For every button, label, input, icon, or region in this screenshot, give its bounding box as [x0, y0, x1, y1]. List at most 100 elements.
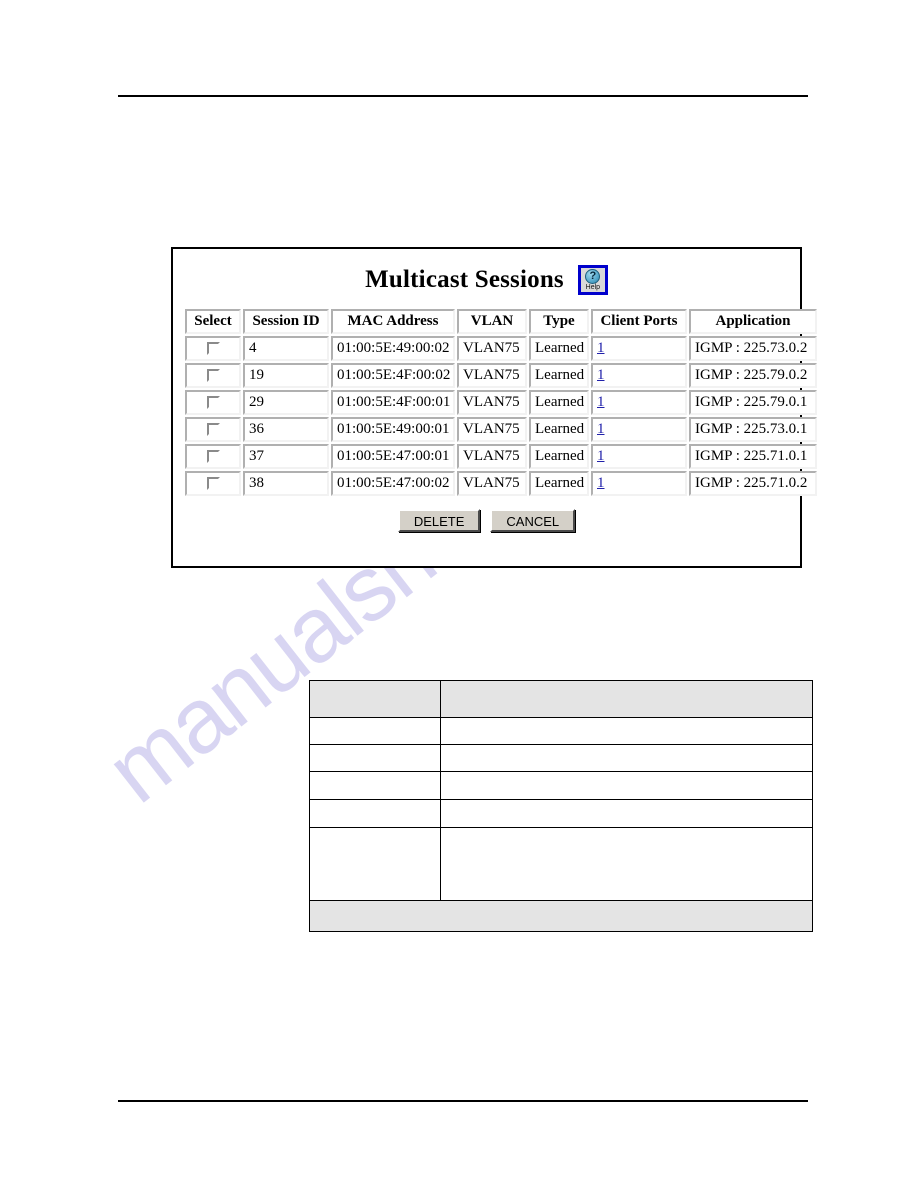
- client-ports-link[interactable]: 1: [597, 367, 605, 383]
- row-select-cell: [185, 444, 241, 469]
- cell-mac-address: 01:00:5E:47:00:02: [331, 471, 455, 496]
- help-button[interactable]: ? Help: [577, 265, 608, 295]
- reference-table-footer-row: [309, 900, 813, 932]
- panel-header: Multicast Sessions ? Help: [173, 249, 800, 307]
- cell-application: IGMP : 225.79.0.1: [689, 390, 817, 415]
- cancel-button[interactable]: CANCEL: [490, 509, 576, 532]
- row-select-checkbox[interactable]: [206, 450, 220, 464]
- column-header-type: Type: [529, 309, 589, 334]
- row-select-cell: [185, 471, 241, 496]
- cell-vlan: VLAN75: [457, 471, 527, 496]
- cell-client-ports: 1: [591, 471, 687, 496]
- table-header-row: Select Session ID MAC Address VLAN Type …: [185, 309, 817, 334]
- row-select-checkbox[interactable]: [206, 477, 220, 491]
- cell-application: IGMP : 225.71.0.1: [689, 444, 817, 469]
- cell-client-ports: 1: [591, 363, 687, 388]
- client-ports-link[interactable]: 1: [597, 475, 605, 491]
- row-select-checkbox[interactable]: [206, 396, 220, 410]
- reference-table-row: [309, 717, 813, 745]
- cell-application: IGMP : 225.73.0.2: [689, 336, 817, 361]
- table-row: 37 01:00:5E:47:00:01 VLAN75 Learned 1 IG…: [185, 444, 817, 469]
- row-select-cell: [185, 336, 241, 361]
- reference-cell-value: [440, 827, 813, 901]
- row-select-cell: [185, 363, 241, 388]
- cell-vlan: VLAN75: [457, 363, 527, 388]
- client-ports-link[interactable]: 1: [597, 340, 605, 356]
- cell-application: IGMP : 225.79.0.2: [689, 363, 817, 388]
- reference-cell-value: [440, 744, 813, 772]
- client-ports-link[interactable]: 1: [597, 394, 605, 410]
- question-mark-icon: ?: [585, 268, 601, 284]
- page-rule-top: [118, 95, 808, 97]
- cell-type: Learned: [529, 471, 589, 496]
- reference-table-row: [309, 827, 813, 901]
- reference-cell-value: [440, 799, 813, 828]
- row-select-checkbox[interactable]: [206, 342, 220, 356]
- row-select-cell: [185, 390, 241, 415]
- cell-session-id: 36: [243, 417, 329, 442]
- column-header-session-id: Session ID: [243, 309, 329, 334]
- panel-button-row: DELETE CANCEL: [173, 509, 800, 532]
- table-row: 38 01:00:5E:47:00:02 VLAN75 Learned 1 IG…: [185, 471, 817, 496]
- sessions-table-container: Select Session ID MAC Address VLAN Type …: [173, 307, 817, 498]
- cell-mac-address: 01:00:5E:47:00:01: [331, 444, 455, 469]
- cell-session-id: 38: [243, 471, 329, 496]
- cell-mac-address: 01:00:5E:4F:00:02: [331, 363, 455, 388]
- row-select-cell: [185, 417, 241, 442]
- reference-cell-value: [440, 717, 813, 745]
- cell-client-ports: 1: [591, 336, 687, 361]
- cell-vlan: VLAN75: [457, 336, 527, 361]
- cell-application: IGMP : 225.71.0.2: [689, 471, 817, 496]
- table-row: 4 01:00:5E:49:00:02 VLAN75 Learned 1 IGM…: [185, 336, 817, 361]
- cell-client-ports: 1: [591, 390, 687, 415]
- column-header-vlan: VLAN: [457, 309, 527, 334]
- help-button-label: Help: [585, 283, 601, 291]
- reference-table-header-row: [309, 680, 813, 718]
- cell-type: Learned: [529, 336, 589, 361]
- cell-session-id: 4: [243, 336, 329, 361]
- cell-mac-address: 01:00:5E:4F:00:01: [331, 390, 455, 415]
- cell-type: Learned: [529, 444, 589, 469]
- multicast-sessions-panel: Multicast Sessions ? Help Select Session…: [171, 247, 817, 568]
- table-row: 29 01:00:5E:4F:00:01 VLAN75 Learned 1 IG…: [185, 390, 817, 415]
- reference-column-header-1: [309, 680, 441, 718]
- reference-table-row: [309, 744, 813, 772]
- reference-cell-label: [309, 771, 441, 800]
- cell-vlan: VLAN75: [457, 390, 527, 415]
- cell-session-id: 19: [243, 363, 329, 388]
- cell-application: IGMP : 225.73.0.1: [689, 417, 817, 442]
- client-ports-link[interactable]: 1: [597, 421, 605, 437]
- cell-type: Learned: [529, 363, 589, 388]
- reference-table: [309, 680, 813, 932]
- row-select-checkbox[interactable]: [206, 369, 220, 383]
- reference-cell-label: [309, 799, 441, 828]
- row-select-checkbox[interactable]: [206, 423, 220, 437]
- cell-session-id: 37: [243, 444, 329, 469]
- page-rule-bottom: [118, 1100, 808, 1102]
- cell-type: Learned: [529, 390, 589, 415]
- column-header-mac-address: MAC Address: [331, 309, 455, 334]
- reference-column-header-2: [440, 680, 813, 718]
- cell-client-ports: 1: [591, 417, 687, 442]
- reference-cell-label: [309, 717, 441, 745]
- cell-type: Learned: [529, 417, 589, 442]
- reference-table-footer-cell: [309, 900, 813, 932]
- cell-client-ports: 1: [591, 444, 687, 469]
- delete-button[interactable]: DELETE: [397, 509, 481, 532]
- reference-table-container: [309, 680, 813, 932]
- cell-mac-address: 01:00:5E:49:00:01: [331, 417, 455, 442]
- cell-mac-address: 01:00:5E:49:00:02: [331, 336, 455, 361]
- reference-cell-value: [440, 771, 813, 800]
- reference-cell-label: [309, 827, 441, 901]
- cell-session-id: 29: [243, 390, 329, 415]
- column-header-client-ports: Client Ports: [591, 309, 687, 334]
- reference-cell-label: [309, 744, 441, 772]
- column-header-select: Select: [185, 309, 241, 334]
- column-header-application: Application: [689, 309, 817, 334]
- reference-table-row: [309, 771, 813, 800]
- cell-vlan: VLAN75: [457, 444, 527, 469]
- reference-table-row: [309, 799, 813, 828]
- multicast-sessions-table: Select Session ID MAC Address VLAN Type …: [183, 307, 819, 498]
- table-row: 19 01:00:5E:4F:00:02 VLAN75 Learned 1 IG…: [185, 363, 817, 388]
- client-ports-link[interactable]: 1: [597, 448, 605, 464]
